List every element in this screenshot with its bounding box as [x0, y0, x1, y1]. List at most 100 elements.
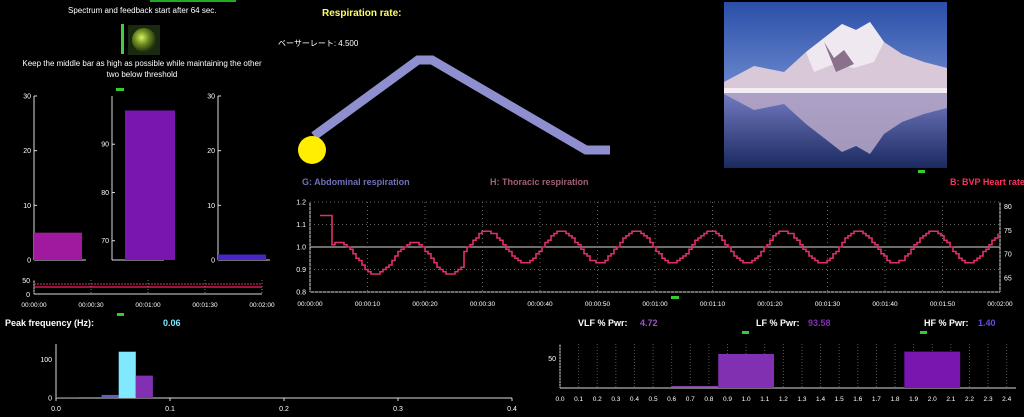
right-tick: 75: [1004, 228, 1012, 235]
spectrum-bar: [56, 397, 79, 398]
x-tick: 1.9: [909, 396, 918, 403]
spectrum-bar: [118, 351, 136, 398]
left-tick: 0.9: [296, 267, 306, 274]
time-tick: 00:01:50: [930, 301, 956, 308]
x-tick: 0.3: [611, 396, 620, 403]
tick-label: 10: [207, 203, 215, 210]
tick-label: 70: [101, 238, 109, 245]
vlf-label: VLF % Pwr:: [578, 318, 628, 328]
tick-label: 80: [101, 190, 109, 197]
time-tick: 00:02:00: [249, 302, 275, 309]
bvp-chart: 1.2 1.1 1.0 0.9 0.8 80 75 70 65 00:00:00 00:00:10 0…: [296, 200, 1013, 309]
top-divider: [150, 0, 236, 2]
right-tick: 65: [1004, 275, 1012, 282]
tick-label: 30: [207, 94, 215, 101]
time-tick: 00:01:30: [815, 301, 841, 308]
y-tick: 0: [48, 396, 52, 403]
tick-label: 20: [207, 148, 215, 155]
left-tick: 1.2: [296, 200, 306, 207]
time-tick: 00:01:40: [872, 301, 898, 308]
pacer-ball: [298, 136, 326, 164]
hf-label: HF % Pwr:: [924, 318, 969, 328]
time-tick: 00:01:20: [757, 301, 783, 308]
tick-label: 0: [27, 258, 31, 265]
tick-label: 0: [211, 258, 215, 265]
time-tick: 00:01:00: [642, 301, 668, 308]
x-tick: 0.0: [51, 406, 61, 413]
bvp-label: B: BVP Heart rate: [950, 177, 1024, 187]
lf-label: LF % Pwr:: [756, 318, 800, 328]
left-tick: 1.1: [296, 222, 306, 229]
x-tick: 1.2: [779, 396, 788, 403]
x-tick: 1.7: [872, 396, 881, 403]
time-tick: 00:00:40: [527, 301, 553, 308]
x-tick: 1.6: [853, 396, 862, 403]
x-tick: 0.0: [555, 396, 564, 403]
thoracic-label: H: Thoracic respiration: [490, 177, 589, 187]
time-tick: 00:01:30: [192, 302, 218, 309]
bar-left: [34, 232, 82, 260]
x-tick: 2.4: [1002, 396, 1011, 403]
spectrum-bar: [135, 375, 153, 398]
time-tick: 00:00:30: [470, 301, 496, 308]
bar-threshold-marker: [116, 88, 124, 91]
x-tick: 0.5: [649, 396, 658, 403]
vlf-value: 4.72: [640, 318, 658, 328]
image-marker: [918, 170, 925, 173]
pacer-line: [311, 55, 610, 155]
respiration-title: Respiration rate:: [322, 8, 402, 19]
spectrum-bar: [671, 386, 719, 388]
green-orb-icon: [128, 25, 160, 55]
x-tick: 0.9: [723, 396, 732, 403]
tick-label: 0: [26, 292, 30, 299]
time-tick: 00:00:20: [412, 301, 438, 308]
left-tick: 0.8: [296, 290, 306, 297]
y-tick: 100: [40, 357, 52, 364]
right-tick: 70: [1004, 252, 1012, 259]
time-tick: 00:00:30: [78, 302, 104, 309]
time-tick: 00:00:50: [585, 301, 611, 308]
instruction-bars: Keep the middle bar as high as possible …: [22, 59, 262, 79]
x-tick: 1.5: [835, 396, 844, 403]
x-tick: 0.2: [279, 406, 289, 413]
peak-frequency-label: Peak frequency (Hz):: [5, 318, 95, 328]
lf-value: 93.58: [808, 318, 831, 328]
time-tick: 00:00:10: [355, 301, 381, 308]
marker-lf: [742, 331, 749, 334]
right-tick: 80: [1004, 204, 1012, 211]
time-tick: 00:00:00: [21, 302, 47, 309]
x-tick: 1.0: [742, 396, 751, 403]
x-tick: 1.8: [890, 396, 899, 403]
tick-label: 90: [101, 142, 109, 149]
x-tick: 0.1: [165, 406, 175, 413]
x-tick: 2.1: [946, 396, 955, 403]
x-tick: 2.2: [965, 396, 974, 403]
marker-peak: [117, 313, 124, 316]
bar-middle: [125, 110, 175, 261]
marker-hf: [920, 331, 927, 334]
y-tick: 50: [548, 356, 556, 363]
spectrum-right-chart: 50 0.0 0.1 0.2 0.3 0.4 0.5 0.6 0.7 0.8 0.9 1.0 1.1 1.…: [548, 344, 1016, 403]
x-tick: 1.1: [760, 396, 769, 403]
respiration-value: ベーサーレート: 4.500: [278, 39, 359, 48]
hf-value: 1.40: [978, 318, 996, 328]
x-tick: 1.3: [797, 396, 806, 403]
chart-marker: [671, 296, 679, 299]
x-tick: 0.6: [667, 396, 676, 403]
abdominal-label: G: Abdominal respiration: [302, 177, 410, 187]
mountain-lake-image: [724, 2, 947, 168]
time-tick: 00:00:00: [297, 301, 323, 308]
x-tick: 0.8: [704, 396, 713, 403]
x-tick: 2.3: [984, 396, 993, 403]
bar-panels: 30201009080703020100: [23, 88, 270, 265]
x-tick: 0.7: [686, 396, 695, 403]
tick-label: 30: [23, 94, 31, 101]
respiration-pacer: [298, 55, 610, 164]
peak-frequency-value: 0.06: [163, 318, 181, 328]
x-tick: 0.2: [593, 396, 602, 403]
tick-label: 20: [23, 148, 31, 155]
time-tick: 00:01:00: [135, 302, 161, 309]
spectrum-left-chart: 100 0 0.0 0.1 0.2 0.3 0.4: [40, 344, 517, 413]
x-tick: 2.0: [928, 396, 937, 403]
spectrum-bar: [101, 394, 119, 398]
